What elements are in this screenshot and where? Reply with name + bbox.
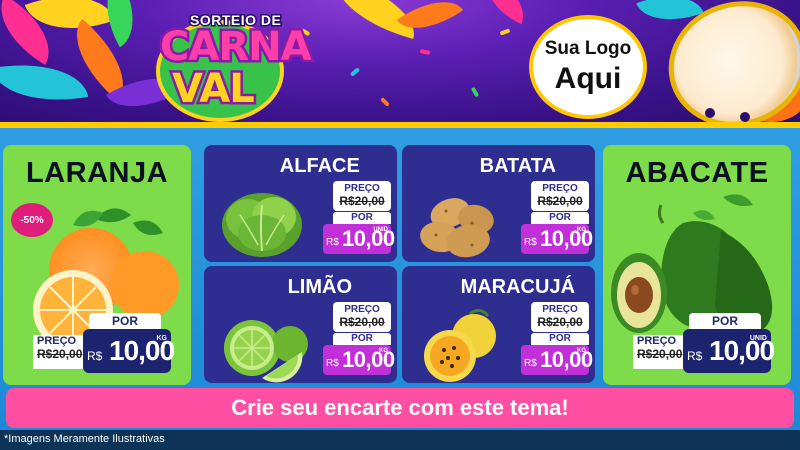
por-label: POR xyxy=(333,212,391,224)
old-price: R$20,00 xyxy=(339,194,385,208)
old-price-box: PREÇO R$20,00 xyxy=(333,302,391,332)
potato-icon xyxy=(420,198,494,258)
currency: R$ xyxy=(524,358,537,369)
store-logo-badge[interactable]: Sua Logo Aqui xyxy=(529,15,647,119)
product-card-batata[interactable]: BATATA PREÇO R$20,00 POR R$ 10,00 KG xyxy=(402,145,595,262)
badge-line-1: Sua Logo xyxy=(544,38,632,59)
carnival-header: SORTEIO DE CARNA VAL Sua Logo Aqui xyxy=(0,0,800,122)
product-card-maracuja[interactable]: MARACUJÁ PREÇO R$20,00 POR R$ 10,00 KG xyxy=(402,266,595,383)
lettuce-icon xyxy=(222,193,302,257)
currency: R$ xyxy=(687,349,703,363)
new-price-box: R$ 10,00 UNID xyxy=(323,224,395,254)
footer: *Imagens Meramente Ilustrativas xyxy=(0,430,800,450)
carnival-logo: SORTEIO DE CARNA VAL xyxy=(150,6,314,122)
old-price-box: PREÇO R$20,00 xyxy=(531,181,589,211)
por-label: POR xyxy=(531,212,589,224)
product-card-alface[interactable]: ALFACE PREÇO R$20,00 POR R$ 10,00 UNID xyxy=(204,145,397,262)
product-card-abacate[interactable]: ABACATE POR PREÇO R$20,00 R$ 10,00 UNID xyxy=(603,145,791,385)
por-label: POR xyxy=(333,333,391,345)
price-unit: KG xyxy=(156,335,168,342)
old-price-box: PREÇO R$20,00 xyxy=(333,181,391,211)
new-price-box: R$ 10,00 KG xyxy=(323,345,395,375)
new-price-box: R$ 10,00 KG xyxy=(521,224,593,254)
old-price: R$20,00 xyxy=(537,194,583,208)
old-price: R$20,00 xyxy=(537,315,583,329)
price-unit: KG xyxy=(577,227,586,233)
logo-big-text-1: CARNA xyxy=(158,22,315,73)
preco-label: PREÇO xyxy=(542,183,578,194)
price-unit: KG xyxy=(379,348,388,354)
product-card-laranja[interactable]: LARANJA -50% POR PREÇO R$20,00 R$ 10,00 … xyxy=(3,145,191,385)
old-price-box: PREÇO R$20,00 xyxy=(531,302,589,332)
preco-label: PREÇO xyxy=(344,304,380,315)
currency: R$ xyxy=(326,358,339,369)
preco-label: PREÇO xyxy=(344,183,380,194)
price-unit: KG xyxy=(577,348,586,354)
new-price-box: R$ 10,00 UNID xyxy=(683,329,775,373)
por-label: POR xyxy=(689,313,761,329)
price-tag: POR PREÇO R$20,00 R$ 10,00 KG xyxy=(33,313,175,377)
currency: R$ xyxy=(326,237,339,248)
price-unit: UNID xyxy=(373,227,388,233)
price-tag: POR PREÇO R$20,00 R$ 10,00 UNID xyxy=(633,313,775,377)
lime-icon xyxy=(224,320,308,383)
disclaimer-text: *Imagens Meramente Ilustrativas xyxy=(4,433,165,445)
passion-fruit-icon xyxy=(424,309,496,382)
feather-icon xyxy=(396,0,464,45)
por-label: POR xyxy=(531,333,589,345)
old-price: R$20,00 xyxy=(339,315,385,329)
currency: R$ xyxy=(87,349,103,363)
new-price-box: R$ 10,00 KG xyxy=(521,345,593,375)
price-unit: UNID xyxy=(749,335,767,342)
por-label: POR xyxy=(89,313,161,329)
preco-label: PREÇO xyxy=(542,304,578,315)
cta-text: Crie seu encarte com este tema! xyxy=(231,395,569,420)
cta-banner[interactable]: Crie seu encarte com este tema! xyxy=(6,388,794,428)
currency: R$ xyxy=(524,237,537,248)
badge-line-2: Aqui xyxy=(554,62,622,95)
feather-icon xyxy=(476,0,534,25)
logo-big-text-2: VAL xyxy=(170,64,258,115)
yellow-divider xyxy=(0,122,800,128)
new-price-box: R$ 10,00 KG xyxy=(83,329,175,373)
product-card-limao[interactable]: LIMÃO PREÇO R$20,00 POR R$ 10,00 KG xyxy=(204,266,397,383)
